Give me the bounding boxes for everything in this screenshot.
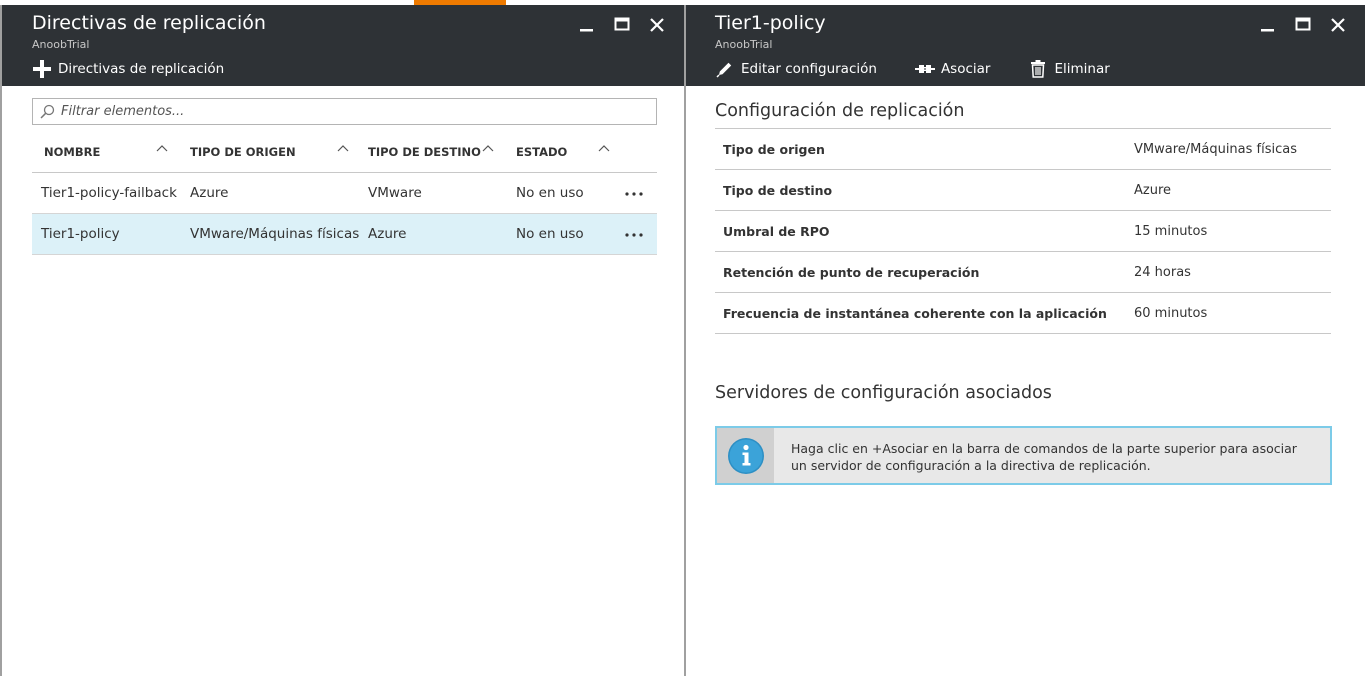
cell-target-type: VMware bbox=[368, 185, 422, 201]
sort-chevron-icon[interactable] bbox=[482, 143, 494, 155]
property-row: Frecuencia de instantánea coherente con … bbox=[715, 293, 1331, 334]
property-value: 24 horas bbox=[1134, 265, 1191, 280]
cell-name: Tier1-policy-failback bbox=[41, 185, 177, 201]
cell-source-type: Azure bbox=[190, 185, 229, 201]
cell-target-type: Azure bbox=[368, 226, 407, 242]
sort-chevron-icon[interactable] bbox=[337, 143, 349, 155]
maximize-icon bbox=[614, 17, 630, 31]
delete-label: Eliminar bbox=[1054, 61, 1110, 77]
close-button[interactable] bbox=[639, 14, 674, 36]
associate-button[interactable]: Asociar bbox=[914, 59, 991, 79]
cell-status: No en uso bbox=[516, 226, 584, 242]
plug-icon bbox=[914, 59, 935, 79]
column-header-name[interactable]: NOMBRE bbox=[44, 145, 100, 159]
column-header-target-type[interactable]: TIPO DE DESTINO bbox=[368, 145, 481, 159]
column-header-status[interactable]: ESTADO bbox=[516, 145, 567, 159]
minimize-button[interactable] bbox=[1250, 14, 1285, 36]
info-message-line: un servidor de configuración a la direct… bbox=[791, 458, 1151, 473]
blade-title: Tier1-policy bbox=[715, 12, 826, 34]
info-message-box: Haga clic en +Asociar en la barra de com… bbox=[715, 426, 1332, 485]
maximize-icon bbox=[1295, 17, 1311, 31]
blade-subtitle: AnoobTrial bbox=[715, 38, 773, 51]
minimize-icon bbox=[580, 29, 593, 32]
info-icon-container bbox=[717, 428, 774, 483]
cell-source-type: VMware/Máquinas físicas bbox=[190, 226, 360, 242]
close-icon bbox=[1331, 18, 1345, 32]
more-options-icon[interactable] bbox=[624, 185, 644, 199]
property-label: Frecuencia de instantánea coherente con … bbox=[723, 306, 1107, 321]
info-message-text: Haga clic en +Asociar en la barra de com… bbox=[791, 440, 1311, 474]
properties-list: Tipo de origen VMware/Máquinas físicas T… bbox=[715, 128, 1331, 334]
replication-policies-blade: Directivas de replicación AnoobTrial Dir… bbox=[0, 5, 684, 676]
filter-box[interactable] bbox=[32, 98, 657, 125]
property-label: Umbral de RPO bbox=[723, 224, 830, 239]
property-row: Umbral de RPO 15 minutos bbox=[715, 211, 1331, 252]
property-value: Azure bbox=[1134, 183, 1172, 198]
property-label: Retención de punto de recuperación bbox=[723, 265, 980, 280]
edit-settings-button[interactable]: Editar configuración bbox=[715, 59, 877, 79]
sort-chevron-icon[interactable] bbox=[156, 143, 168, 155]
section-title-associated-servers: Servidores de configuración asociados bbox=[715, 383, 1052, 403]
grid-header: NOMBRE TIPO DE ORIGEN TIPO DE DESTINO ES… bbox=[32, 133, 657, 173]
command-bar: Editar configuración Asociar Eliminar bbox=[715, 59, 1148, 79]
add-replication-policy-label: Directivas de replicación bbox=[58, 61, 225, 77]
property-row: Tipo de destino Azure bbox=[715, 170, 1331, 211]
pencil-icon bbox=[715, 59, 735, 79]
blade-header: Tier1-policy AnoobTrial Editar configura… bbox=[686, 5, 1365, 86]
property-value: 60 minutos bbox=[1134, 306, 1208, 321]
property-label: Tipo de origen bbox=[723, 142, 825, 157]
close-icon bbox=[650, 18, 664, 32]
property-row: Retención de punto de recuperación 24 ho… bbox=[715, 252, 1331, 293]
associate-label: Asociar bbox=[940, 61, 991, 77]
close-button[interactable] bbox=[1320, 14, 1355, 36]
minimize-icon bbox=[1261, 29, 1274, 32]
window-controls bbox=[569, 14, 674, 36]
sort-chevron-icon[interactable] bbox=[598, 143, 610, 155]
blade-subtitle: AnoobTrial bbox=[32, 38, 90, 51]
column-header-source-type[interactable]: TIPO DE ORIGEN bbox=[190, 145, 296, 159]
info-icon bbox=[727, 437, 764, 474]
cell-status: No en uso bbox=[516, 185, 584, 201]
cell-name: Tier1-policy bbox=[41, 226, 120, 242]
property-row: Tipo de origen VMware/Máquinas físicas bbox=[715, 129, 1331, 170]
edit-settings-label: Editar configuración bbox=[741, 61, 877, 77]
search-icon bbox=[40, 104, 55, 119]
plus-icon bbox=[32, 59, 52, 79]
maximize-button[interactable] bbox=[604, 14, 639, 36]
blade-header: Directivas de replicación AnoobTrial Dir… bbox=[2, 5, 684, 86]
window-controls bbox=[1250, 14, 1355, 36]
trash-icon bbox=[1028, 59, 1048, 79]
minimize-button[interactable] bbox=[569, 14, 604, 36]
add-replication-policy-button[interactable]: Directivas de replicación bbox=[32, 59, 224, 79]
property-label: Tipo de destino bbox=[723, 183, 833, 198]
property-value: VMware/Máquinas físicas bbox=[1134, 142, 1298, 157]
blade-title: Directivas de replicación bbox=[32, 12, 266, 34]
delete-button[interactable]: Eliminar bbox=[1028, 59, 1110, 79]
info-message-line: Haga clic en +Asociar en la barra de com… bbox=[791, 441, 1297, 456]
filter-input[interactable] bbox=[61, 104, 641, 119]
policy-details-blade: Tier1-policy AnoobTrial Editar configura… bbox=[684, 5, 1365, 676]
property-value: 15 minutos bbox=[1134, 224, 1208, 239]
maximize-button[interactable] bbox=[1285, 14, 1320, 36]
command-bar: Directivas de replicación bbox=[32, 59, 262, 79]
policies-grid: NOMBRE TIPO DE ORIGEN TIPO DE DESTINO ES… bbox=[32, 133, 657, 255]
table-row-selected[interactable]: Tier1-policy VMware/Máquinas físicas Azu… bbox=[32, 214, 657, 255]
more-options-icon[interactable] bbox=[624, 226, 644, 240]
section-title-replication-settings: Configuración de replicación bbox=[715, 101, 965, 121]
table-row[interactable]: Tier1-policy-failback Azure VMware No en… bbox=[32, 173, 657, 214]
